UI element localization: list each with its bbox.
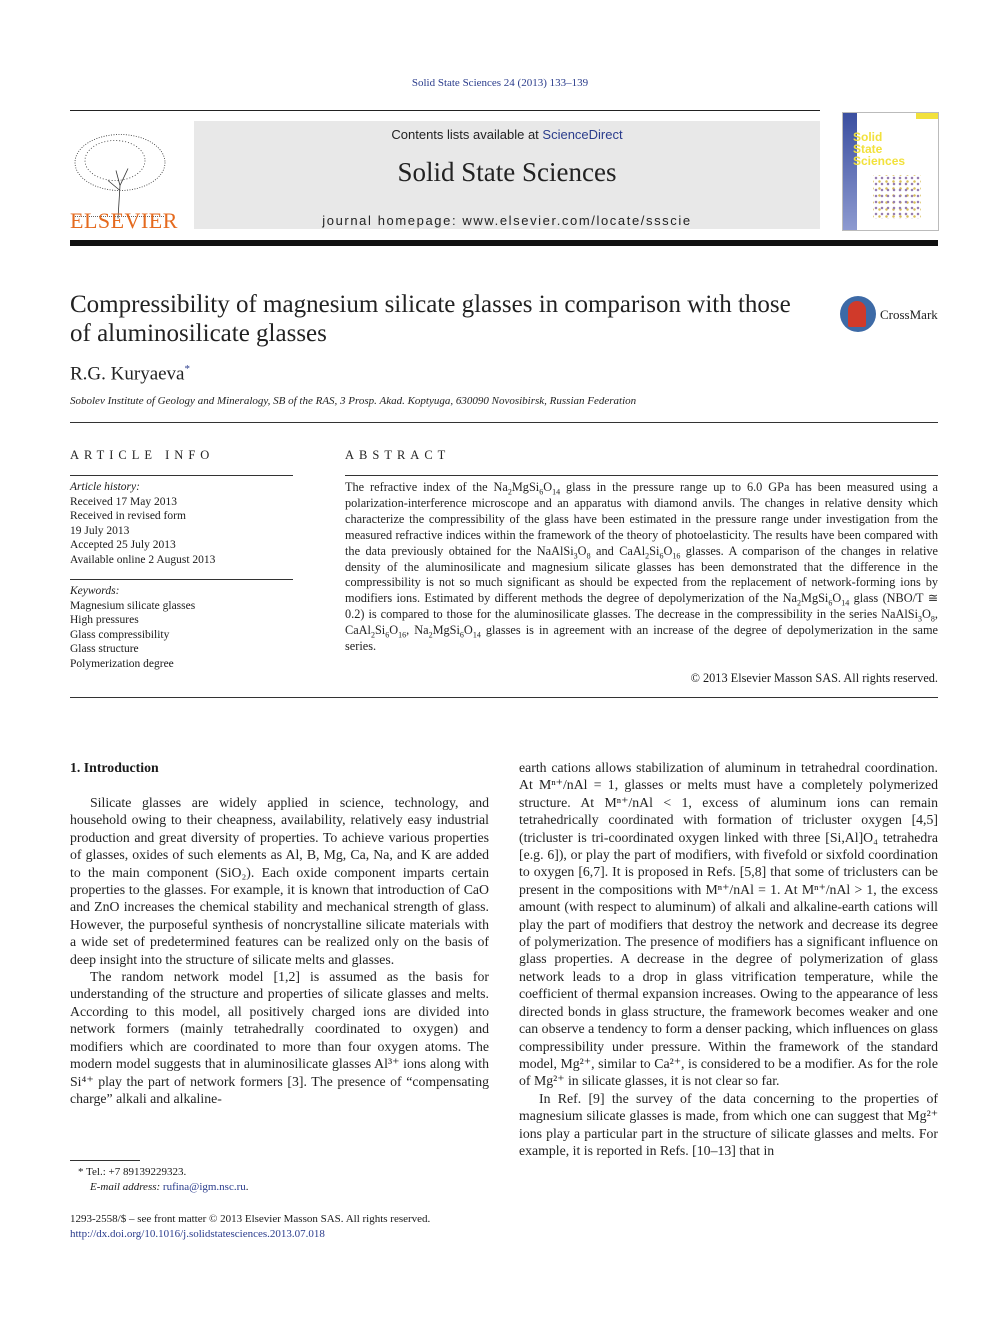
cover-title-line: Sciences (853, 154, 906, 168)
abstract-fragment: O (543, 480, 553, 494)
crossmark-icon (840, 296, 876, 332)
article-title: Compressibility of magnesium silicate gl… (70, 291, 791, 347)
history-item: 19 July 2013 (70, 524, 130, 537)
body-paragraph: The random network model [1,2] is assume… (70, 969, 489, 1106)
abstract-text: The refractive index of the Na2MgSi6O14 … (345, 480, 938, 655)
abstract-heading: ABSTRACT (345, 448, 451, 462)
journal-homepage-link[interactable]: journal homepage: www.elsevier.com/locat… (194, 213, 820, 228)
doi-link[interactable]: http://dx.doi.org/10.1016/j.solidstatesc… (70, 1227, 430, 1242)
footnote-email-line: E-mail address: rufina@igm.nsc.ru. (78, 1180, 249, 1195)
front-matter: 1293-2558/$ – see front matter © 2013 El… (70, 1212, 430, 1242)
divider (70, 475, 293, 476)
email-suffix: . (245, 1181, 249, 1193)
sciencedirect-link[interactable]: ScienceDirect (542, 127, 622, 142)
body-column-left: Silicate glasses are widely applied in s… (70, 794, 489, 1107)
cover-graphic (873, 175, 921, 219)
abstract-fragment: O (389, 623, 399, 638)
abstract-fragment: Si (649, 543, 660, 558)
divider (70, 422, 938, 423)
abstract-fragment: and CaAl (590, 543, 646, 558)
abstract-fragment: O (832, 591, 842, 606)
body-paragraph: In Ref. [9] the survey of the data conce… (519, 1090, 938, 1158)
body-paragraph: Silicate glasses are widely applied in s… (70, 795, 489, 967)
crossmark-button[interactable]: CrossMark (840, 296, 940, 336)
abstract-fragment: Si (374, 623, 386, 638)
article-history: Article history: Received 17 May 2013 Re… (70, 480, 215, 567)
body-paragraph: earth cations allows stabilization of al… (519, 760, 938, 1089)
abstract-fragment: MgSi (801, 591, 829, 606)
divider (70, 110, 820, 111)
history-item: Available online 2 August 2013 (70, 553, 216, 566)
keyword: High pressures (70, 614, 139, 626)
journal-citation-link[interactable]: Solid State Sciences 24 (2013) 133–139 (0, 77, 992, 89)
contents-prefix: Contents lists available at (391, 127, 543, 142)
history-item: Accepted 25 July 2013 (70, 539, 176, 551)
header-divider (70, 240, 938, 246)
body-column-right: earth cations allows stabilization of al… (519, 759, 938, 1159)
abstract-fragment: O (463, 623, 473, 638)
author-footnote-link[interactable]: * (185, 363, 191, 375)
abstract-copyright: © 2013 Elsevier Masson SAS. All rights r… (690, 671, 938, 685)
footnote-tel: * Tel.: +7 89139229323. (78, 1166, 187, 1178)
history-item: Received 17 May 2013 (70, 495, 177, 508)
section-heading-introduction: 1. Introduction (70, 760, 159, 775)
abstract-fragment: MgSi (511, 480, 540, 494)
author-text: R.G. Kuryaeva (70, 363, 185, 385)
keyword: Polymerization degree (70, 657, 174, 670)
email-link[interactable]: rufina@igm.nsc.ru (163, 1181, 246, 1193)
issn-line: 1293-2558/$ – see front matter © 2013 El… (70, 1213, 431, 1225)
abstract-fragment: O (577, 543, 587, 558)
journal-banner: Contents lists available at ScienceDirec… (194, 121, 820, 229)
divider (345, 475, 938, 476)
journal-title: Solid State Sciences (397, 157, 617, 187)
email-label: E-mail address: (90, 1181, 163, 1193)
history-item: Received in revised form (70, 510, 186, 522)
cover-title: Solid State Sciences (853, 131, 905, 167)
abstract-fragment: The refractive index of the Na (345, 480, 508, 494)
elsevier-wordmark: ELSEVIER (70, 208, 178, 233)
divider (70, 697, 938, 698)
article-info-heading: ARTICLE INFO (70, 448, 215, 462)
crossmark-label: CrossMark (880, 307, 938, 322)
contents-availability: Contents lists available at ScienceDirec… (194, 127, 820, 142)
author-affiliation: Sobolev Institute of Geology and Mineral… (70, 395, 637, 407)
abstract-fragment: O (663, 543, 673, 558)
keywords-list: Keywords: Magnesium silicate glasses Hig… (70, 584, 195, 671)
journal-cover-thumbnail[interactable]: Solid State Sciences (842, 112, 939, 231)
keyword: Glass structure (70, 643, 139, 655)
author-footnote: * Tel.: +7 89139229323. E-mail address: … (78, 1165, 249, 1195)
abstract-fragment: MgSi (432, 623, 460, 638)
keyword: Glass compressibility (70, 628, 170, 641)
cover-accent (916, 113, 938, 119)
divider (70, 579, 293, 580)
keyword: Magnesium silicate glasses (70, 599, 196, 612)
keywords-label: Keywords: (70, 585, 120, 597)
author-name: R.G. Kuryaeva* (70, 363, 190, 385)
history-label: Article history: (70, 481, 140, 493)
chem-subscript: 16 (398, 630, 407, 640)
abstract-fragment: O (922, 607, 931, 622)
footnote-divider (70, 1160, 140, 1161)
abstract-fragment: , Na (406, 623, 429, 638)
chem-subscript: 14 (472, 630, 481, 640)
